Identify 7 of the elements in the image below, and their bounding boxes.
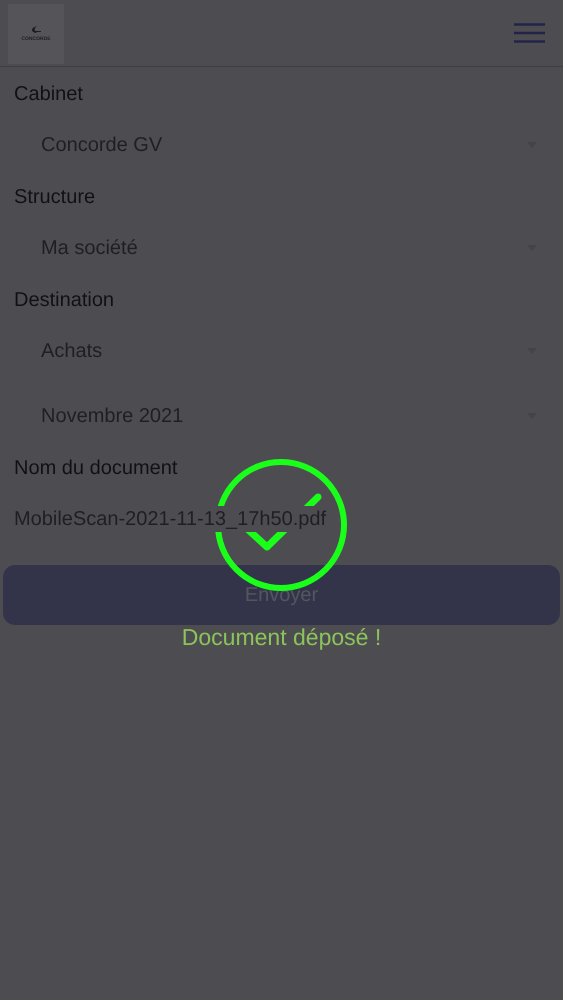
- success-message: Document déposé !: [182, 624, 382, 650]
- field-label: Cabinet: [13, 82, 84, 107]
- field-label: Nom du document: [13, 456, 178, 481]
- field-label: Structure: [13, 185, 96, 210]
- menu-icon[interactable]: [514, 23, 545, 43]
- field-label: Destination: [13, 288, 116, 313]
- bird-icon: [31, 26, 41, 34]
